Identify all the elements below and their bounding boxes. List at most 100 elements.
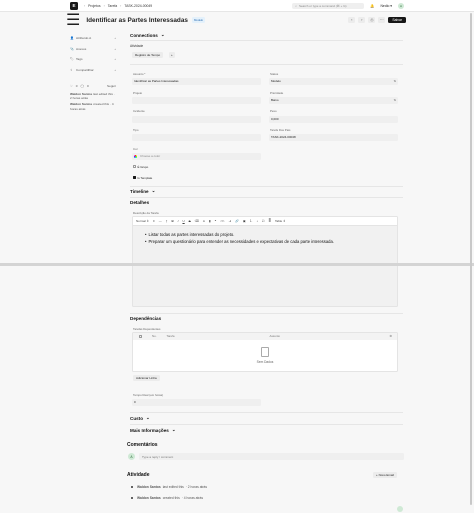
strikethrough-icon[interactable]: S [189, 219, 191, 223]
section-timeline[interactable]: Timeline ⌄ [130, 188, 405, 194]
search-icon: ⌕ [295, 3, 297, 8]
checklist-icon[interactable]: ☑ [262, 219, 265, 223]
table-header: No. Tarefa Assunto ⚙ [133, 333, 397, 340]
sidebar-activity-item: Waldon Santos created this · 4 horas atr… [70, 102, 114, 111]
font-color-icon[interactable]: A [203, 219, 205, 223]
bold-icon[interactable]: B [171, 219, 173, 223]
breadcrumb-projetos[interactable]: Projetos [88, 4, 100, 8]
page-scrollbar[interactable] [469, 13, 472, 508]
divider-band [0, 263, 474, 266]
status-select[interactable]: Modelo [269, 78, 398, 85]
breadcrumb-tarefa[interactable]: Tarefa [108, 4, 117, 8]
dependent-tasks-table: No. Tarefa Assunto ⚙ Sem Dados [132, 332, 398, 372]
breadcrumb-task-id[interactable]: TASK-2024-00049 [124, 4, 152, 8]
activity-item: Waldon Santos created this · 4 horas atrás [131, 496, 203, 500]
section-connections[interactable]: Connections ⌄ [130, 32, 405, 38]
checkbox[interactable] [133, 165, 136, 168]
bell-icon[interactable]: 🔔 [370, 4, 374, 8]
underline-icon[interactable]: U [182, 219, 184, 223]
section-mais-informacoes[interactable]: Mais Informações ⌄ [130, 427, 405, 433]
grupo-checkbox-row[interactable]: É Grupo [133, 165, 148, 169]
peso-label: Peso [270, 109, 277, 113]
avatar[interactable]: A [398, 2, 404, 9]
bullet-list-icon[interactable]: • [257, 219, 258, 223]
settings-icon[interactable]: ⚙ [389, 334, 392, 338]
chevron-down-icon: ⌄ [171, 427, 176, 432]
next-button[interactable]: › [358, 17, 366, 23]
image-icon[interactable]: ▣ [243, 219, 246, 223]
assunto-field[interactable]: Identificar as Partes Interessadas [132, 78, 261, 85]
sidebar-item-attachments[interactable]: 📎 Anexos + [70, 44, 116, 55]
code-icon[interactable]: </> [220, 219, 224, 223]
link-icon[interactable]: 🔗 [235, 219, 239, 223]
template-checkbox-row[interactable]: Is Template [133, 176, 152, 180]
add-row-button[interactable]: Adicionar Linha [133, 375, 160, 381]
style-select[interactable]: Normal ⇕ [136, 219, 149, 223]
scrollbar-thumb[interactable] [469, 13, 472, 505]
mais-section: Mais Informações ⌄ [130, 427, 405, 433]
plus-icon[interactable]: + [114, 47, 116, 51]
column-no: No. [152, 334, 157, 339]
tempo-field[interactable]: 0 [132, 399, 261, 406]
plus-icon[interactable]: + [114, 36, 116, 40]
column-assunto: Assunto [269, 334, 280, 339]
dash-icon[interactable]: — [159, 219, 162, 223]
chevron-right-icon: › [120, 3, 122, 8]
document-icon [261, 347, 269, 357]
projeto-field[interactable] [132, 97, 261, 104]
issue-field[interactable] [132, 116, 261, 123]
floating-avatar[interactable] [397, 506, 403, 512]
indent-icon[interactable]: ⇥ [229, 219, 232, 223]
sidebar-item-tags[interactable]: 🏷 Tags + [70, 54, 116, 65]
heart-icon[interactable]: ♡ [70, 84, 73, 88]
search-input[interactable]: ⌕ Search or type a command (⌘ + G) [292, 2, 365, 9]
checkbox-checked[interactable] [133, 176, 136, 179]
italic-serif-icon[interactable]: ƒ [166, 219, 168, 223]
new-email-button[interactable]: + Novo Email [373, 472, 397, 478]
plus-icon[interactable]: + [114, 68, 116, 72]
sidebar-toggle-icon[interactable]: ☰ [66, 10, 80, 30]
connection-group-title: Atividade [130, 44, 144, 48]
app-logo[interactable]: E [70, 1, 78, 10]
align-icon[interactable]: ≣ [268, 219, 271, 223]
comments-title: Comentários [127, 442, 158, 448]
divider [130, 424, 403, 425]
color-picker-field[interactable]: Choose a color [132, 153, 261, 160]
italic-icon[interactable]: I [178, 219, 179, 223]
sidebar-item-share[interactable]: ⇪ Compartilhar + [70, 65, 116, 76]
cor-label: Cor [133, 147, 138, 151]
highlight-icon[interactable]: ▮ [209, 219, 211, 223]
save-button[interactable]: Salvar [388, 16, 406, 24]
quote-icon[interactable]: ❝ [215, 219, 217, 223]
ordered-list-icon[interactable]: ⒈ [250, 219, 253, 223]
plus-icon[interactable]: + [114, 57, 116, 61]
follow-link[interactable]: Seguir [107, 84, 116, 88]
print-button[interactable]: ⎙ [368, 17, 376, 23]
table-select[interactable]: Table ⇕ [275, 219, 286, 223]
tipo-field[interactable] [132, 134, 261, 141]
share-icon: ⇪ [70, 67, 73, 72]
section-custo[interactable]: Custo ⌄ [130, 415, 405, 421]
user-menu[interactable]: Nedio ▾ [380, 4, 392, 8]
clear-format-icon[interactable]: ⌫ [195, 219, 199, 223]
prev-button[interactable]: ‹ [348, 17, 356, 23]
status-label: Status [270, 72, 279, 76]
description-editor[interactable]: Normal ⇕ ≡ — ƒ B I U S ⌫ A ▮ ❝ </> ⇥ 🔗 ▣… [132, 216, 398, 307]
select-all-checkbox[interactable] [139, 334, 142, 338]
peso-field[interactable]: 0,000 [269, 116, 398, 123]
add-timesheet-button[interactable]: + [169, 52, 175, 58]
timesheet-link[interactable]: Registro de Tempo [132, 52, 164, 58]
comment-input[interactable]: Type a reply / comment [139, 453, 404, 460]
empty-state: Sem Dados [133, 347, 397, 364]
parent-task-field[interactable]: TASK-2024-00048 [269, 134, 398, 141]
comment-icon[interactable]: ◯ [81, 84, 84, 88]
activity-item: Waldon Santos last edited this · 2 horas a… [131, 485, 207, 489]
prioridade-select[interactable]: Baixo [269, 97, 398, 104]
sidebar-activity-item: Waldon Santos last edited this · 2 horas… [70, 92, 115, 101]
font-size-icon[interactable]: ≡ [153, 219, 155, 223]
form-sidebar: 👤 Atribuído A + 📎 Anexos + 🏷 Tags + ⇪ Co… [70, 33, 116, 111]
more-button[interactable]: ⋯ [378, 17, 386, 23]
sidebar-item-assigned[interactable]: 👤 Atribuído A + [70, 33, 116, 44]
timeline-dot [131, 486, 133, 488]
parent-task-label: Tarefa Dos Pais [270, 128, 291, 132]
